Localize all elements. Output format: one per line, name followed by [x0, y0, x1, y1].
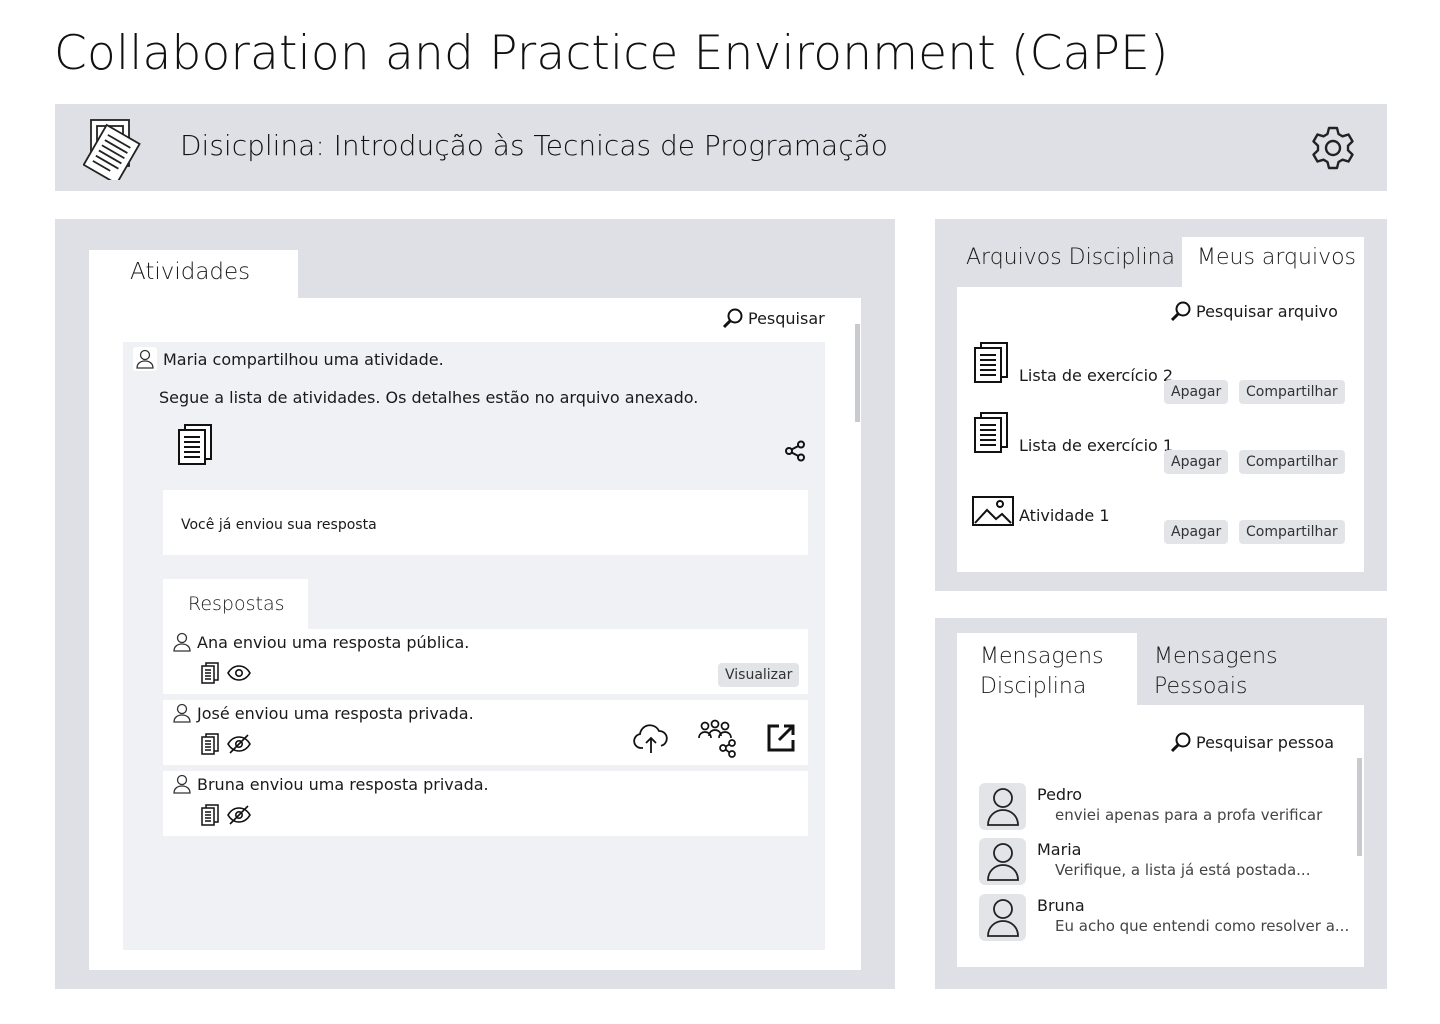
- response-icons: [201, 733, 251, 755]
- share-button[interactable]: Compartilhar: [1239, 520, 1345, 544]
- response-row[interactable]: Ana enviou uma resposta pública. Visuali…: [163, 629, 808, 694]
- message-item[interactable]: Bruna Eu acho que entendi como resolver …: [979, 894, 1349, 944]
- files-content: Pesquisar arquivo Lista de exercício 2 A…: [957, 287, 1364, 572]
- post-text: Segue a lista de atividades. Os detalhes…: [159, 388, 699, 407]
- response-row[interactable]: José enviou uma resposta privada.: [163, 700, 808, 765]
- eye-off-icon: [227, 805, 251, 825]
- cloud-upload-icon[interactable]: [633, 720, 669, 756]
- response-icons: [201, 662, 251, 684]
- file-name: Lista de exercício 2: [1019, 366, 1174, 385]
- tab-label-line: Pessoais: [1154, 674, 1248, 699]
- search-icon: [1170, 731, 1192, 753]
- response-row[interactable]: Bruna enviou uma resposta privada.: [163, 771, 808, 836]
- message-item[interactable]: Maria Verifique, a lista já está postada…: [979, 838, 1339, 888]
- file-item[interactable]: Lista de exercício 2 Apagar Compartilhar: [973, 342, 1353, 404]
- person-search[interactable]: Pesquisar pessoa: [1170, 731, 1334, 753]
- delete-button[interactable]: Apagar: [1164, 450, 1229, 474]
- response-author: Ana enviou uma resposta pública.: [173, 632, 469, 652]
- search-label: Pesquisar: [748, 308, 825, 328]
- scrollbar[interactable]: [855, 324, 860, 422]
- message-sender: Bruna: [1037, 896, 1085, 915]
- file-search[interactable]: Pesquisar arquivo: [1170, 300, 1338, 322]
- course-title: Disicplina: Introdução às Tecnicas de Pr…: [180, 129, 888, 162]
- response-actions: [633, 718, 797, 758]
- user-icon: [133, 347, 157, 371]
- group-share-icon[interactable]: [697, 718, 737, 758]
- document-icon[interactable]: [201, 804, 219, 826]
- share-icon[interactable]: [784, 440, 806, 462]
- file-name: Lista de exercício 1: [1019, 436, 1174, 455]
- response-text: Ana enviou uma resposta pública.: [197, 632, 470, 652]
- document-icon[interactable]: [201, 733, 219, 755]
- messages-content: Pesquisar pessoa Pedro enviei apenas par…: [957, 705, 1364, 967]
- tab-label-line: Disciplina: [980, 674, 1087, 699]
- search-label: Pesquisar pessoa: [1196, 732, 1335, 752]
- open-external-icon[interactable]: [765, 722, 797, 754]
- search-label: Pesquisar arquivo: [1196, 301, 1338, 321]
- tab-personal-messages[interactable]: Mensagens Pessoais: [1154, 642, 1278, 702]
- delete-button[interactable]: Apagar: [1164, 520, 1229, 544]
- tab-course-files[interactable]: Arquivos Disciplina: [966, 245, 1175, 270]
- files-panel: Arquivos Disciplina Meus arquivos Pesqui…: [935, 219, 1387, 591]
- response-text: José enviou uma resposta privada.: [197, 703, 474, 723]
- attachment-document-icon[interactable]: [177, 424, 213, 466]
- share-button[interactable]: Compartilhar: [1239, 450, 1345, 474]
- gear-icon[interactable]: [1309, 124, 1357, 172]
- user-icon: [173, 703, 191, 723]
- tab-responses[interactable]: Respostas: [163, 579, 308, 629]
- image-icon: [972, 496, 1014, 526]
- tab-activities[interactable]: Atividades: [89, 250, 298, 298]
- file-item[interactable]: Atividade 1 Apagar Compartilhar: [972, 482, 1353, 544]
- message-sender: Pedro: [1037, 785, 1083, 804]
- tab-label-line: Mensagens: [1154, 644, 1278, 669]
- user-icon: [173, 774, 191, 794]
- documents-icon: [83, 118, 143, 180]
- scrollbar[interactable]: [1357, 758, 1362, 856]
- share-button[interactable]: Compartilhar: [1239, 380, 1345, 404]
- message-item[interactable]: Pedro enviei apenas para a profa verific…: [979, 783, 1339, 833]
- messages-panel: Mensagens Disciplina Mensagens Pessoais …: [935, 618, 1387, 989]
- eye-off-icon: [227, 734, 251, 754]
- avatar: [979, 838, 1026, 885]
- view-button[interactable]: Visualizar: [718, 663, 800, 687]
- avatar: [979, 894, 1026, 941]
- message-preview: Verifique, a lista já está postada...: [1055, 861, 1311, 879]
- response-author: Bruna enviou uma resposta privada.: [173, 774, 489, 794]
- message-sender: Maria: [1037, 840, 1082, 859]
- document-icon: [973, 342, 1009, 384]
- user-icon: [173, 632, 191, 652]
- tab-label-line: Mensagens: [980, 644, 1104, 669]
- message-preview: enviei apenas para a profa verificar: [1055, 806, 1323, 824]
- document-icon: [973, 412, 1009, 454]
- activity-feed: Maria compartilhou uma atividade. Segue …: [123, 342, 825, 950]
- post-author: Maria compartilhou uma atividade.: [133, 347, 444, 371]
- activities-panel: Atividades Pesquisar Maria compartilhou …: [55, 219, 895, 989]
- activities-search[interactable]: Pesquisar: [722, 307, 825, 329]
- response-icons: [201, 804, 251, 826]
- course-header: Disicplina: Introdução às Tecnicas de Pr…: [55, 104, 1387, 191]
- activities-content: Pesquisar Maria compartilhou uma ativida…: [89, 298, 861, 970]
- delete-button[interactable]: Apagar: [1164, 380, 1229, 404]
- eye-icon: [227, 665, 251, 681]
- avatar: [979, 783, 1026, 830]
- file-name: Atividade 1: [1019, 506, 1110, 525]
- document-icon[interactable]: [201, 662, 219, 684]
- post-author-text: Maria compartilhou uma atividade.: [163, 349, 444, 369]
- tab-my-files[interactable]: Meus arquivos: [1182, 237, 1364, 287]
- search-icon: [722, 307, 744, 329]
- file-item[interactable]: Lista de exercício 1 Apagar Compartilhar: [973, 412, 1353, 474]
- search-icon: [1170, 300, 1192, 322]
- response-status: Você já enviou sua resposta: [163, 490, 808, 555]
- message-preview: Eu acho que entendi como resolver a...: [1055, 917, 1350, 935]
- page-title: Collaboration and Practice Environment (…: [54, 26, 1169, 81]
- tab-course-messages[interactable]: Mensagens Disciplina: [957, 633, 1137, 705]
- response-text: Bruna enviou uma resposta privada.: [197, 774, 489, 794]
- response-author: José enviou uma resposta privada.: [173, 703, 474, 723]
